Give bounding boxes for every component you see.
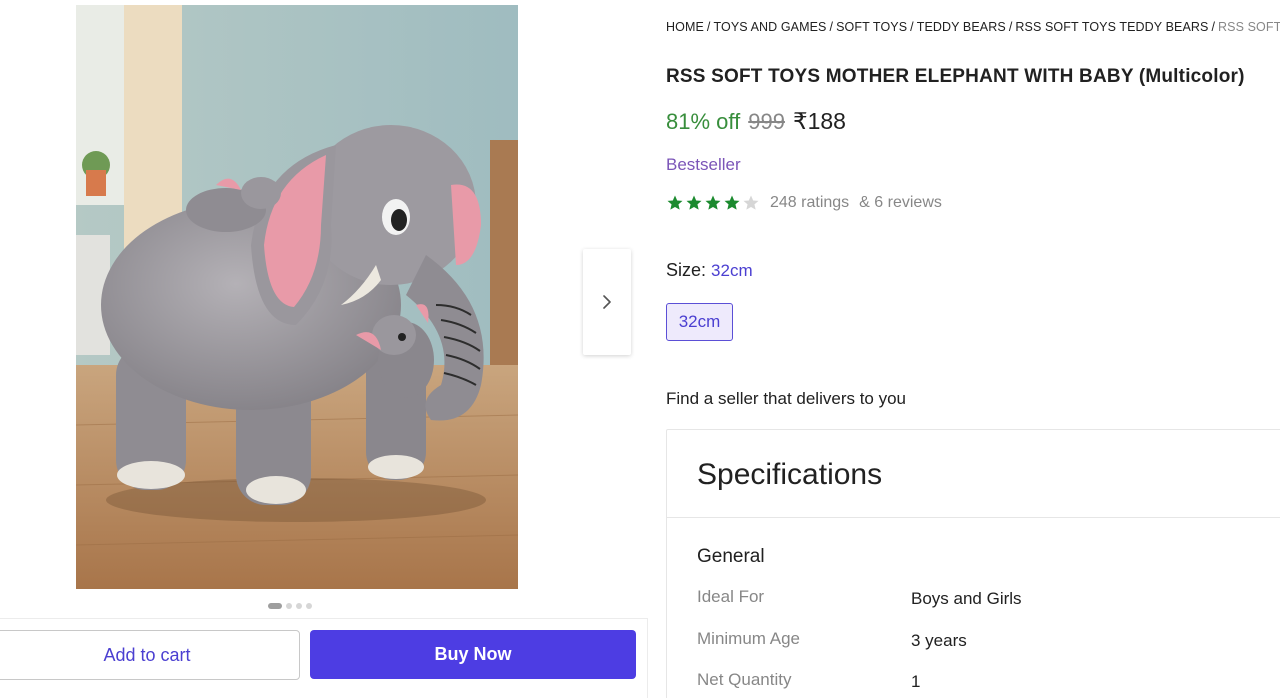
size-selector-label: Size: 32cm [666,260,753,281]
carousel-dots [268,603,312,609]
breadcrumb-separator: / [1211,20,1216,34]
spec-key: Ideal For [697,587,765,606]
breadcrumb-item-home[interactable]: HOME [666,20,704,34]
price-row: 81% off 999 ₹188 [666,108,846,135]
selling-price: ₹188 [792,108,846,134]
product-image[interactable] [76,5,518,589]
carousel-dot[interactable] [296,603,302,609]
add-to-cart-button[interactable]: Add to cart [0,630,300,680]
breadcrumb-separator: / [910,20,914,34]
star-icon [705,195,721,210]
specifications-title: Specifications [697,458,883,491]
breadcrumb-item-soft-toys[interactable]: SOFT TOYS [836,20,907,34]
selected-size-value: 32cm [711,261,753,280]
star-rating [666,194,760,212]
spec-value: 3 years [911,631,967,650]
breadcrumb-separator: / [1008,20,1013,34]
elephant-toy-photo [76,5,518,589]
specifications-section: Specifications General Ideal For Boys an… [666,429,1280,698]
star-icon [743,195,759,210]
discount-percent: 81% off [666,109,741,134]
star-icon [686,195,702,210]
carousel-next-button[interactable] [583,249,631,355]
purchase-action-bar: Add to cart Buy Now [0,618,648,698]
ratings-count: 248 ratings [770,194,850,211]
buy-now-button[interactable]: Buy Now [310,630,636,679]
spec-key: Net Quantity [697,670,792,689]
find-seller-link[interactable]: Find a seller that delivers to you [666,389,906,409]
carousel-dot[interactable] [268,603,282,609]
spec-key: Minimum Age [697,629,800,648]
product-title: RSS SOFT TOYS MOTHER ELEPHANT WITH BABY … [666,66,1245,87]
carousel-dot[interactable] [286,603,292,609]
breadcrumb: HOME / TOYS AND GAMES / SOFT TOYS / TEDDY BEAR… [666,20,1280,34]
original-price: 999 [748,109,785,134]
reviews-count: & 6 reviews [859,194,942,211]
breadcrumb-item-teddy-bears[interactable]: TEDDY BEARS [917,20,1006,34]
spec-value: 1 [911,672,921,691]
divider [667,517,1280,518]
chevron-right-icon [603,295,611,309]
breadcrumb-item-brand[interactable]: RSS SOFT TOYS TEDDY BEARS [1015,20,1208,34]
size-label-text: Size: [666,260,707,280]
spec-group-title: General [697,546,765,567]
breadcrumb-separator: / [706,20,711,34]
rating-row[interactable]: 248 ratings & 6 reviews [666,194,942,212]
breadcrumb-separator: / [829,20,834,34]
carousel-dot[interactable] [306,603,312,609]
breadcrumb-item-toys-and-games[interactable]: TOYS AND GAMES [713,20,826,34]
size-option-32cm[interactable]: 32cm [666,303,733,341]
star-icon [667,195,683,210]
breadcrumb-item-current: RSS SOFT TOYS MOTHER ELEPHANT WITH BABY [1218,20,1280,34]
spec-value: Boys and Girls [911,589,1022,608]
star-icon [724,195,740,210]
bestseller-badge: Bestseller [666,155,741,174]
